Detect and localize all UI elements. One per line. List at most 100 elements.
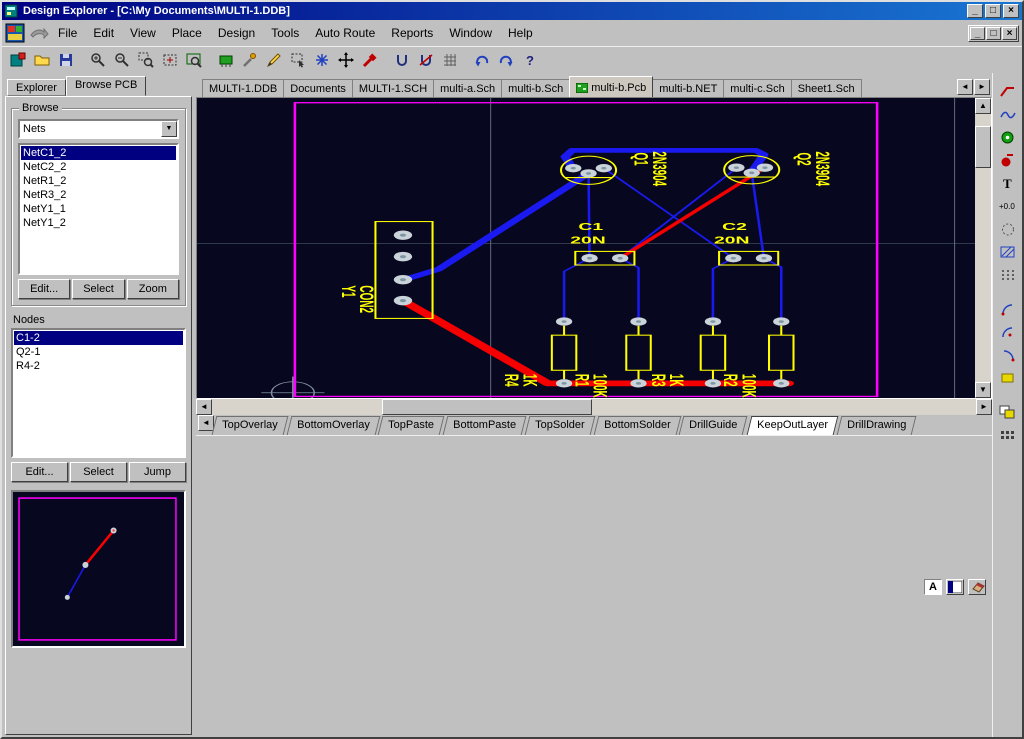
menu-design[interactable]: Design (211, 23, 262, 43)
scroll-up-button[interactable]: ▲ (975, 98, 991, 114)
mdi-close-button[interactable]: × (1002, 27, 1017, 40)
list-item-node[interactable]: C1-2 (14, 331, 183, 345)
list-item-net[interactable]: NetC1_2 (21, 146, 176, 160)
menu-reports[interactable]: Reports (384, 23, 440, 43)
doc-tab-scroll-left-button[interactable]: ◄ (957, 79, 973, 95)
array-placement-button[interactable] (996, 425, 1020, 445)
browse-mode-combo[interactable]: Nets ▼ (18, 119, 179, 139)
doc-tab-scroll-right-button[interactable]: ► (974, 79, 990, 95)
menu-auto-route[interactable]: Auto Route (308, 23, 382, 43)
pads[interactable] (394, 163, 790, 387)
layer-tab[interactable]: DrillGuide (679, 416, 748, 435)
un-route-button[interactable] (414, 50, 437, 71)
horizontal-scroll-thumb[interactable] (382, 399, 592, 415)
list-item-node[interactable]: R4-2 (14, 359, 183, 373)
menu-place[interactable]: Place (165, 23, 209, 43)
pcb-canvas[interactable]: Q1 2N3904 Q2 2N3904 C1 20N C2 20N Y1 CON… (197, 98, 975, 398)
doc-tab[interactable]: multi-b.Sch (501, 79, 570, 97)
node-jump-button[interactable]: Jump (129, 462, 186, 482)
doc-tab[interactable]: multi-a.Sch (433, 79, 502, 97)
mdi-minimize-button[interactable]: _ (970, 27, 985, 40)
vertical-scrollbar[interactable]: ▲ ▼ (975, 98, 991, 398)
place-arc-button[interactable] (996, 104, 1020, 124)
arc-any-angle-button[interactable] (996, 345, 1020, 365)
place-dimension-button[interactable] (996, 219, 1020, 239)
combo-dropdown-button[interactable]: ▼ (161, 121, 177, 137)
layer-tab-scroll-left-button[interactable]: ◄ (198, 415, 214, 431)
nets-listbox[interactable]: NetC1_2 NetC2_2 NetR1_2 NetR3_2 NetY1_1 … (18, 143, 179, 275)
net-zoom-button[interactable]: Zoom (127, 279, 179, 299)
zoom-window-button[interactable] (134, 50, 157, 71)
silkscreen-designators[interactable]: Q1 2N3904 Q2 2N3904 C1 20N C2 20N Y1 CON… (337, 151, 833, 397)
menu-file[interactable]: File (51, 23, 84, 43)
toggle-grid-button[interactable] (438, 50, 461, 71)
place-component-button[interactable] (214, 50, 237, 71)
tune-length-button[interactable] (390, 50, 413, 71)
vertical-scroll-thumb[interactable] (975, 126, 991, 168)
place-rectangle-button[interactable] (996, 368, 1020, 388)
move-object-button[interactable] (334, 50, 357, 71)
layer-tab[interactable]: DrillDrawing (836, 416, 916, 435)
doc-tab[interactable]: Sheet1.Sch (791, 79, 862, 97)
layer-tab[interactable]: TopPaste (378, 416, 445, 435)
zoom-board-button[interactable] (182, 50, 205, 71)
redo-button[interactable] (494, 50, 517, 71)
tab-explorer[interactable]: Explorer (7, 79, 66, 96)
keepout-boundary[interactable] (295, 103, 877, 397)
scroll-down-button[interactable]: ▼ (975, 382, 991, 398)
layer-tab-active[interactable]: KeepOutLayer (746, 416, 838, 435)
horizontal-scrollbar[interactable]: ◄ ► (196, 399, 992, 415)
paste-special-button[interactable] (996, 402, 1020, 422)
special-paste-button[interactable] (310, 50, 333, 71)
help-button[interactable]: ? (518, 50, 541, 71)
scroll-left-button[interactable]: ◄ (196, 399, 212, 415)
place-pad-button[interactable] (996, 150, 1020, 170)
arc-edge-button[interactable] (996, 299, 1020, 319)
place-string-button[interactable]: T (996, 173, 1020, 193)
list-item-net[interactable]: NetR3_2 (21, 188, 176, 202)
design-manager-button[interactable] (6, 50, 29, 71)
undo-button[interactable] (470, 50, 493, 71)
menu-edit[interactable]: Edit (86, 23, 121, 43)
doc-tab[interactable]: Documents (283, 79, 353, 97)
doc-tab[interactable]: MULTI-1.SCH (352, 79, 434, 97)
menu-view[interactable]: View (123, 23, 163, 43)
doc-tab[interactable]: multi-c.Sch (723, 79, 791, 97)
zoom-out-button[interactable] (110, 50, 133, 71)
select-area-button[interactable] (286, 50, 309, 71)
nodes-listbox[interactable]: C1-2 Q2-1 R4-2 (11, 328, 186, 458)
net-edit-button[interactable]: Edit... (18, 279, 70, 299)
list-item-node[interactable]: Q2-1 (14, 345, 183, 359)
document-window-icon[interactable] (5, 22, 27, 44)
close-button[interactable]: × (1003, 4, 1019, 18)
highlight-net-button[interactable] (358, 50, 381, 71)
node-edit-button[interactable]: Edit... (11, 462, 68, 482)
doc-tab[interactable]: multi-b.NET (652, 79, 724, 97)
minimize-button[interactable]: _ (967, 4, 983, 18)
layer-tab[interactable]: BottomOverlay (286, 416, 379, 435)
doc-tab[interactable]: MULTI-1.DDB (202, 79, 284, 97)
save-document-button[interactable] (54, 50, 77, 71)
list-item-net[interactable]: NetY1_2 (21, 216, 176, 230)
board-preview[interactable] (11, 490, 186, 648)
layer-tab[interactable]: BottomSolder (593, 416, 680, 435)
maximize-button[interactable]: □ (985, 4, 1001, 18)
menu-help[interactable]: Help (501, 23, 540, 43)
tab-browse-pcb[interactable]: Browse PCB (66, 76, 146, 96)
open-document-button[interactable] (30, 50, 53, 71)
menu-tools[interactable]: Tools (264, 23, 306, 43)
eraser-button[interactable] (968, 579, 986, 595)
list-item-net[interactable]: NetY1_1 (21, 202, 176, 216)
draw-line-button[interactable] (262, 50, 285, 71)
zoom-area-button[interactable] (158, 50, 181, 71)
place-via-button[interactable] (996, 127, 1020, 147)
list-item-net[interactable]: NetR1_2 (21, 174, 176, 188)
scroll-right-button[interactable]: ► (976, 399, 992, 415)
place-track-button[interactable] (996, 81, 1020, 101)
menu-window[interactable]: Window (442, 23, 499, 43)
wiring-tool-button[interactable] (238, 50, 261, 71)
arc-center-button[interactable] (996, 322, 1020, 342)
mdi-restore-button[interactable]: □ (986, 27, 1001, 40)
net-select-button[interactable]: Select (72, 279, 124, 299)
node-select-button[interactable]: Select (70, 462, 127, 482)
